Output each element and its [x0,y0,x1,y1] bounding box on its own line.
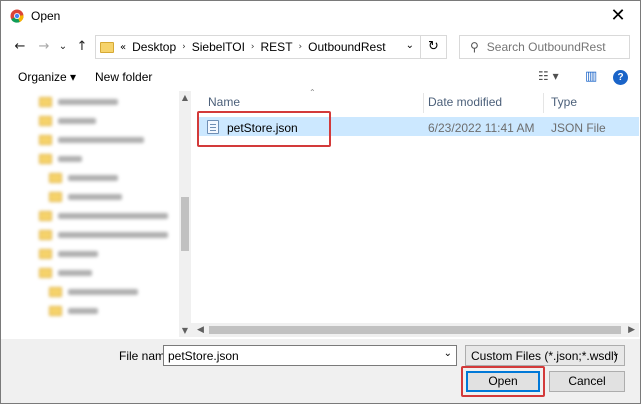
breadcrumb-desktop[interactable]: Desktop [132,40,176,54]
cancel-button[interactable]: Cancel [549,371,625,392]
nav-tree-item[interactable] [39,209,168,223]
dialog-footer: File name: petStore.json ⌄ Custom Files … [1,339,640,403]
scroll-up-arrow-icon[interactable]: ▲ [179,93,191,102]
command-toolbar: Organize ▾ New folder ☷ ▾ ▥ ? [1,65,640,89]
nav-tree-item[interactable] [49,304,98,318]
folder-icon [39,135,52,145]
new-folder-button[interactable]: New folder [95,70,152,84]
nav-tree-item[interactable] [39,133,144,147]
folder-icon [39,154,52,164]
column-divider[interactable] [423,93,424,113]
folder-icon [100,41,114,53]
chevron-right-icon[interactable]: › [299,42,303,52]
folder-icon [49,192,62,202]
breadcrumb-overflow[interactable]: « [120,42,126,53]
refresh-icon[interactable]: ↻ [421,35,447,59]
breadcrumb-rest[interactable]: REST [261,40,293,54]
nav-tree-item[interactable] [39,247,98,261]
highlight-box-open [461,366,545,397]
open-file-dialog: Open ✕ ← → ⌄ ↑ « Desktop › SiebelTOI › R… [0,0,641,404]
back-arrow-icon[interactable]: ← [11,38,29,56]
file-date-cell: 6/23/2022 11:41 AM [428,121,535,135]
file-name-input[interactable]: petStore.json ⌄ [163,345,457,366]
sort-ascending-icon: ⌃ [309,88,316,97]
recent-locations-chevron-icon[interactable]: ⌄ [57,38,69,56]
chrome-icon [10,9,24,23]
folder-icon [39,268,52,278]
chevron-right-icon[interactable]: › [251,42,255,52]
breadcrumb-outboundrest[interactable]: OutboundRest [308,40,385,54]
folder-icon [39,249,52,259]
search-icon: ⚲ [470,40,479,54]
help-icon[interactable]: ? [613,70,628,85]
navigation-bar: ← → ⌄ ↑ « Desktop › SiebelTOI › REST › O… [1,33,640,63]
nav-tree-item[interactable] [39,152,82,166]
scroll-down-arrow-icon[interactable]: ▼ [179,326,191,335]
file-name-value[interactable]: petStore.json [168,349,239,363]
file-type-cell: JSON File [551,121,606,135]
scrollbar-thumb[interactable] [181,197,189,251]
nav-tree-item[interactable] [49,285,138,299]
folder-icon [39,230,52,240]
nav-tree-item[interactable] [49,190,122,204]
scroll-left-arrow-icon[interactable]: ◀ [197,323,204,337]
folder-icon [39,97,52,107]
chevron-down-icon[interactable]: ⌄ [444,348,452,359]
nav-tree-item[interactable] [39,266,92,280]
address-bar[interactable]: « Desktop › SiebelTOI › REST › OutboundR… [95,35,421,59]
preview-pane-icon[interactable]: ▥ [585,69,597,84]
folder-icon [39,116,52,126]
title-bar: Open ✕ [1,1,640,31]
nav-tree-item[interactable] [49,171,118,185]
folder-icon [49,306,62,316]
nav-tree-item[interactable] [39,95,118,109]
view-options-icon[interactable]: ☷ ▾ [538,69,559,83]
window-title: Open [31,9,61,23]
up-arrow-icon[interactable]: ↑ [73,38,91,56]
file-type-value: Custom Files (*.json;*.wsdl) [471,348,618,363]
column-header-name[interactable]: Name [208,95,240,109]
column-divider[interactable] [543,93,544,113]
breadcrumb-siebeltoi[interactable]: SiebelTOI [192,40,245,54]
folder-icon [49,173,62,183]
scroll-right-arrow-icon[interactable]: ▶ [628,323,635,337]
highlight-box-file [197,111,331,147]
search-input[interactable] [486,40,617,54]
organize-button[interactable]: Organize ▾ [18,70,76,84]
column-header-type[interactable]: Type [551,95,577,109]
scrollbar-thumb[interactable] [209,326,621,334]
column-header-date-modified[interactable]: Date modified [428,95,502,109]
search-box[interactable]: ⚲ [459,35,630,59]
address-dropdown-chevron-icon[interactable]: ⌄ [406,40,414,51]
navigation-pane: ▲ ▼ [3,91,191,337]
forward-arrow-icon[interactable]: → [35,38,53,56]
file-list: ⌃ Name Date modified Type petStore.json … [191,88,639,337]
nav-tree-item[interactable] [39,114,96,128]
close-icon[interactable]: ✕ [606,4,630,28]
nav-pane-scrollbar[interactable]: ▲ ▼ [179,91,191,337]
chevron-right-icon[interactable]: › [182,42,186,52]
folder-icon [49,287,62,297]
nav-tree-item[interactable] [39,228,168,242]
folder-icon [39,211,52,221]
file-list-horizontal-scrollbar[interactable]: ◀ ▶ [191,323,639,337]
chevron-down-icon[interactable]: ⌄ [612,348,620,359]
file-type-select[interactable]: Custom Files (*.json;*.wsdl) ⌄ [465,345,625,366]
